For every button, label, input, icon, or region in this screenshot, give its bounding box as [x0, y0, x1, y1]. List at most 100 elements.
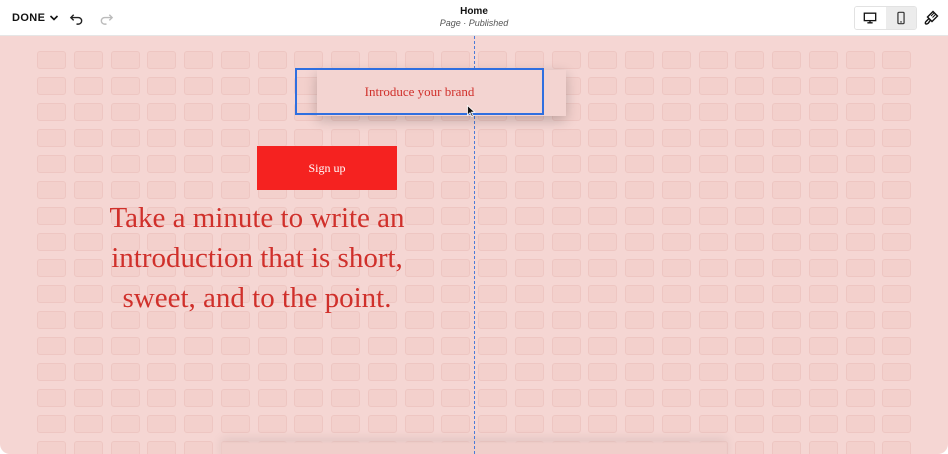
grid-cell	[661, 285, 691, 303]
grid-cell	[661, 103, 691, 121]
grid-cell	[698, 363, 728, 381]
desktop-view-button[interactable]	[855, 7, 886, 29]
grid-cell	[551, 311, 581, 329]
redo-button[interactable]	[97, 9, 115, 27]
grid-cell	[698, 389, 728, 407]
signup-button[interactable]: Sign up	[257, 146, 397, 190]
grid-cell	[698, 311, 728, 329]
grid-cell	[845, 77, 875, 95]
grid-cell	[478, 311, 507, 329]
grid-cell	[698, 155, 728, 173]
grid-cell	[220, 181, 250, 199]
grid-cell	[37, 233, 66, 251]
grid-cell	[588, 285, 618, 303]
grid-cell	[808, 233, 838, 251]
grid-cell	[808, 311, 838, 329]
grid-cell	[147, 337, 177, 355]
grid-cell	[147, 363, 177, 381]
grid-cell	[588, 389, 618, 407]
grid-cell	[698, 77, 728, 95]
grid-cell	[257, 363, 287, 381]
grid-cell	[625, 181, 654, 199]
redo-icon	[100, 13, 113, 25]
grid-cell	[110, 77, 140, 95]
intro-headline[interactable]: Take a minute to write an introduction t…	[72, 198, 442, 318]
grid-cell	[735, 51, 765, 69]
grid-cell	[294, 389, 324, 407]
grid-cell	[772, 259, 801, 277]
page-title-block: Home Page · Published	[374, 6, 574, 29]
grid-cell	[588, 155, 618, 173]
grid-cell	[808, 103, 838, 121]
grid-cell	[551, 337, 581, 355]
grid-cell	[184, 337, 213, 355]
mobile-view-button[interactable]	[885, 7, 916, 29]
grid-cell	[551, 129, 581, 147]
grid-cell	[514, 363, 544, 381]
grid-cell	[514, 415, 544, 433]
grid-cell	[478, 233, 507, 251]
grid-cell	[257, 77, 287, 95]
grid-cell	[404, 363, 434, 381]
grid-cell	[735, 103, 765, 121]
grid-cell	[367, 389, 397, 407]
grid-cell	[220, 51, 250, 69]
grid-cell	[882, 311, 912, 329]
grid-cell	[551, 259, 581, 277]
grid-cell	[845, 311, 875, 329]
grid-cell	[220, 363, 250, 381]
grid-cell	[37, 51, 66, 69]
headline-line: Take a minute to write an	[109, 202, 405, 234]
grid-cell	[772, 311, 801, 329]
page-title: Home	[460, 6, 488, 17]
grid-cell	[808, 363, 838, 381]
grid-cell	[220, 389, 250, 407]
grid-cell	[441, 415, 471, 433]
grid-cell	[184, 363, 213, 381]
grid-cell	[551, 51, 581, 69]
grid-cell	[514, 311, 544, 329]
chevron-down-icon	[50, 15, 59, 21]
grid-cell	[845, 155, 875, 173]
done-button[interactable]: DONE	[12, 10, 59, 26]
grid-cell	[220, 155, 250, 173]
grid-cell	[551, 363, 581, 381]
grid-cell	[625, 103, 654, 121]
grid-cell	[735, 337, 765, 355]
grid-cell	[661, 129, 691, 147]
grid-cell	[294, 363, 324, 381]
grid-cell	[294, 415, 324, 433]
grid-cell	[772, 337, 801, 355]
grid-cell	[735, 233, 765, 251]
grid-cell	[478, 181, 507, 199]
grid-cell	[184, 155, 213, 173]
grid-cell	[404, 389, 434, 407]
grid-cell	[551, 233, 581, 251]
grid-cell	[588, 207, 618, 225]
grid-cell	[882, 259, 912, 277]
grid-cell	[110, 129, 140, 147]
mobile-icon	[897, 11, 905, 25]
grid-cell	[772, 129, 801, 147]
grid-cell	[404, 51, 434, 69]
grid-cell	[73, 363, 103, 381]
grid-cell	[147, 181, 177, 199]
grid-cell	[441, 285, 471, 303]
grid-cell	[184, 77, 213, 95]
grid-cell	[257, 337, 287, 355]
grid-cell	[37, 415, 66, 433]
grid-cell	[845, 233, 875, 251]
grid-cell	[110, 51, 140, 69]
grid-cell	[514, 285, 544, 303]
grid-cell	[404, 181, 434, 199]
grid-cell	[147, 51, 177, 69]
grid-cell	[661, 181, 691, 199]
grid-cell	[37, 389, 66, 407]
grid-cell	[184, 389, 213, 407]
desktop-icon	[863, 12, 877, 24]
undo-button[interactable]	[67, 9, 85, 27]
grid-cell	[625, 389, 654, 407]
grid-cell	[37, 155, 66, 173]
grid-cell	[808, 155, 838, 173]
site-styles-button[interactable]	[921, 8, 941, 28]
